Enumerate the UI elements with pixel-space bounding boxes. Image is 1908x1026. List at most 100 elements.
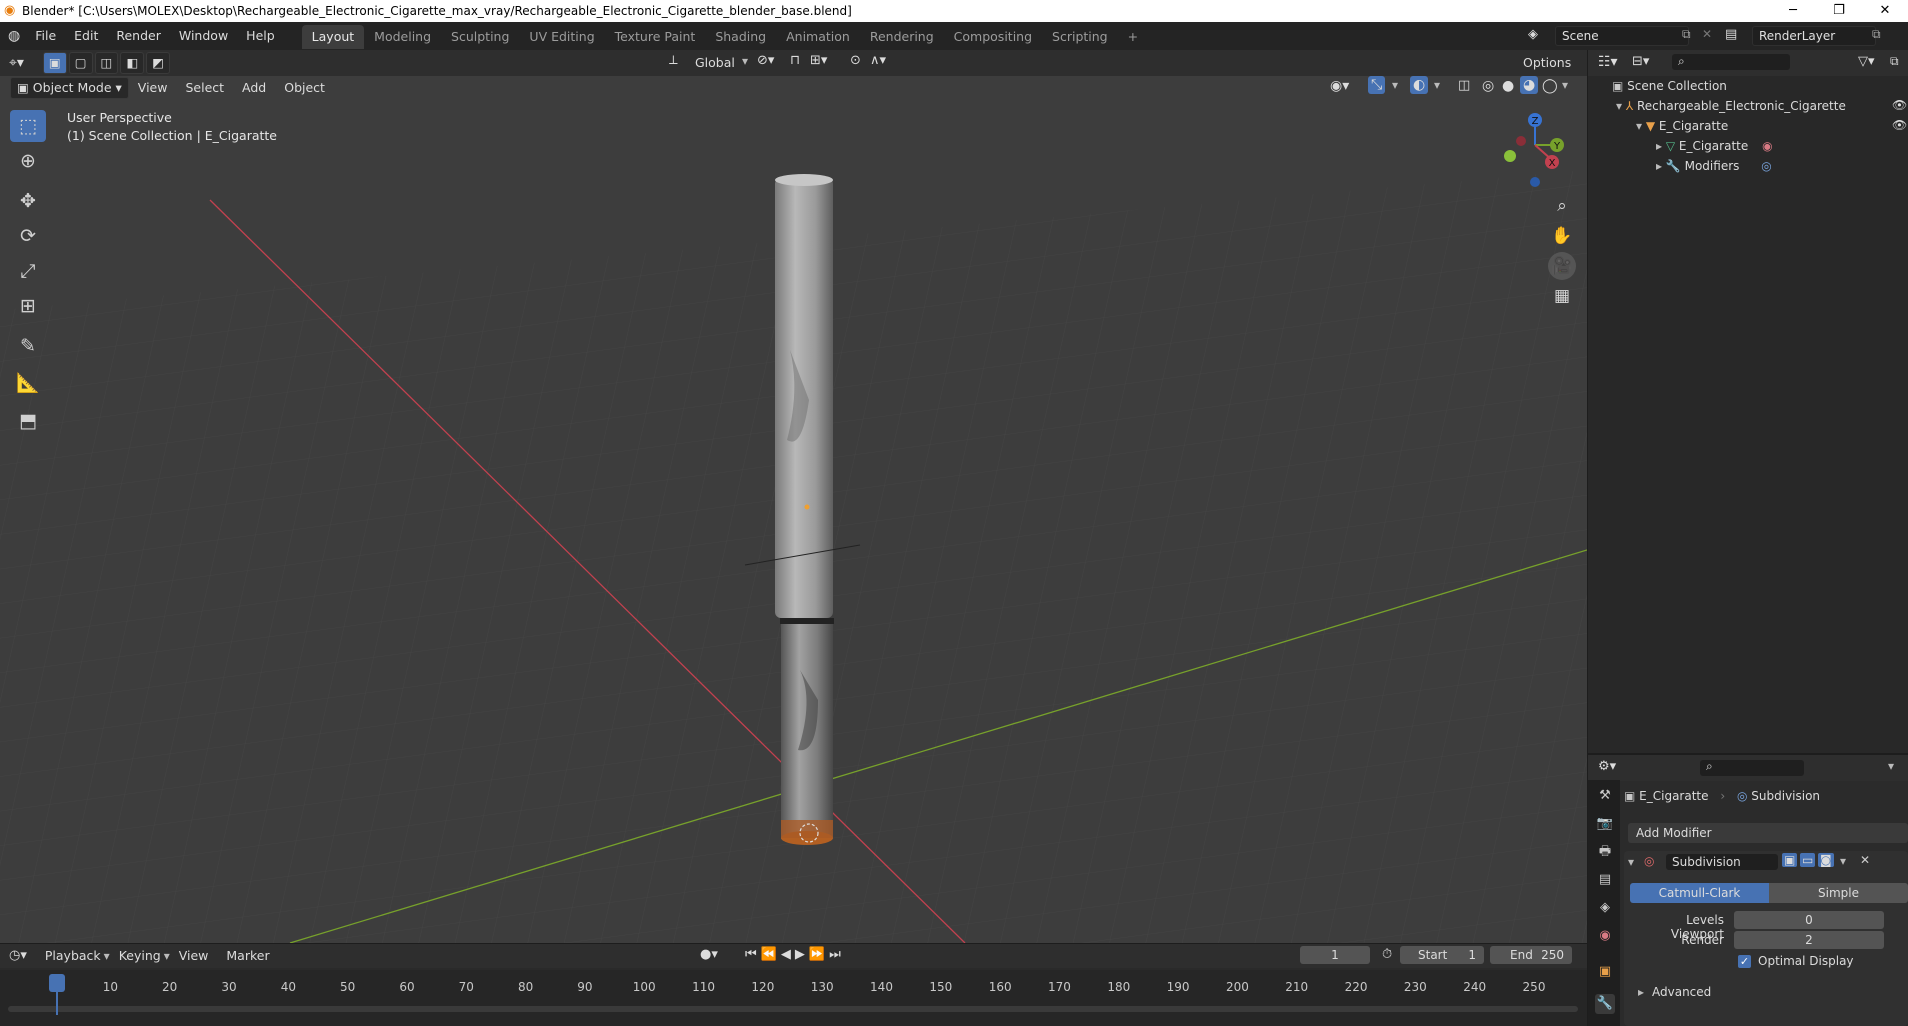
- chevron-down-icon[interactable]: ▾: [1888, 759, 1894, 773]
- simple-button[interactable]: Simple: [1769, 883, 1908, 903]
- timeline-editor-icon[interactable]: ◷▾: [0, 945, 36, 967]
- chevron-down-icon[interactable]: ▾: [1840, 854, 1846, 868]
- levels-viewport-field[interactable]: 0: [1734, 911, 1884, 929]
- axis-gizmo[interactable]: Z Y X: [1490, 108, 1570, 188]
- copy-layer-icon[interactable]: ⧉: [1872, 27, 1881, 42]
- gizmo-toggle-icon[interactable]: ⤡: [1368, 76, 1386, 94]
- mode-select[interactable]: ▣ Object Mode ▾: [10, 77, 129, 99]
- world-tab-icon[interactable]: ◉: [1595, 926, 1615, 946]
- rendered-shading-icon[interactable]: ◯: [1542, 78, 1558, 94]
- falloff-icon[interactable]: ∧▾: [870, 53, 886, 68]
- blender-menu-icon[interactable]: ◍: [8, 28, 20, 44]
- view-layer-tab-icon[interactable]: ▤: [1595, 870, 1615, 890]
- outliner-item[interactable]: ▾ ▼ E_Cigaratte: [1636, 116, 1728, 136]
- render-layer-field[interactable]: RenderLayer: [1752, 26, 1876, 46]
- scene-collection-row[interactable]: ▣ Scene Collection: [1612, 76, 1727, 96]
- properties-editor-icon[interactable]: ⚙▾: [1598, 759, 1616, 774]
- playback-controls[interactable]: ⏮⏪◀▶⏩⏭: [745, 947, 845, 962]
- expand-arrow-icon[interactable]: ▸: [1656, 159, 1666, 173]
- new-collection-icon[interactable]: ⧉: [1890, 54, 1899, 69]
- eye-icon[interactable]: 👁: [1892, 118, 1907, 132]
- tab-scripting[interactable]: Scripting: [1042, 25, 1118, 49]
- menu-view[interactable]: View: [129, 77, 177, 99]
- menu-file[interactable]: File: [26, 22, 65, 50]
- timeline-scrollbar[interactable]: [8, 1006, 1578, 1012]
- current-frame-field[interactable]: 1: [1300, 946, 1370, 964]
- stopwatch-icon[interactable]: ⏱: [1382, 947, 1392, 962]
- xray-icon[interactable]: ◫: [1458, 78, 1470, 93]
- transform-orientation-icon[interactable]: ⟂: [669, 53, 678, 68]
- proportional-edit-icon[interactable]: ⊙: [850, 53, 861, 68]
- editor-type-icon[interactable]: ⌖▾: [0, 52, 33, 74]
- solid-shading-icon[interactable]: ●: [1502, 78, 1514, 94]
- menu-select[interactable]: Select: [176, 77, 233, 99]
- eye-icon[interactable]: 👁: [1892, 98, 1907, 112]
- pan-hand-icon[interactable]: ✋: [1548, 222, 1576, 250]
- ortho-toggle-icon[interactable]: ▦: [1548, 282, 1576, 310]
- menu-view[interactable]: View: [170, 945, 218, 967]
- select-new-icon[interactable]: ▢: [68, 52, 93, 74]
- tab-modeling[interactable]: Modeling: [364, 25, 441, 49]
- camera-view-icon[interactable]: 🎥: [1548, 252, 1576, 280]
- render-levels-field[interactable]: 2: [1734, 931, 1884, 949]
- move-tool-icon[interactable]: ✥: [10, 185, 46, 217]
- tab-rendering[interactable]: Rendering: [860, 25, 944, 49]
- end-frame-field[interactable]: End 250: [1490, 946, 1572, 964]
- collapse-arrow-icon[interactable]: ▾: [1628, 855, 1634, 869]
- select-invert-icon[interactable]: ◩: [146, 52, 170, 74]
- minimize-button[interactable]: ─: [1770, 0, 1816, 22]
- scene-field[interactable]: Scene: [1555, 26, 1689, 46]
- optimal-display-checkbox[interactable]: ✓: [1738, 955, 1751, 968]
- rotate-tool-icon[interactable]: ⟳: [10, 220, 46, 252]
- chevron-down-icon[interactable]: ▾: [1562, 78, 1568, 92]
- menu-render[interactable]: Render: [107, 22, 170, 50]
- annotate-tool-icon[interactable]: ✎: [10, 330, 46, 362]
- advanced-section[interactable]: Advanced: [1652, 985, 1711, 999]
- outliner-editor-icon[interactable]: ☷▾: [1598, 54, 1618, 70]
- cursor-tool-icon[interactable]: ⊕: [10, 145, 46, 177]
- display-mode-icon[interactable]: ⊟▾: [1632, 54, 1649, 69]
- select-subtract-icon[interactable]: ◧: [120, 52, 145, 74]
- transform-orientation-select[interactable]: Global: [686, 52, 744, 74]
- edit-mode-toggle-icon[interactable]: ▣: [1782, 853, 1798, 867]
- pivot-point-icon[interactable]: ⊘▾: [757, 53, 774, 68]
- scale-tool-icon[interactable]: ⤢: [10, 255, 46, 287]
- tab-texture-paint[interactable]: Texture Paint: [605, 25, 706, 49]
- tool-tab-icon[interactable]: ⚒: [1595, 786, 1615, 806]
- object-tab-icon[interactable]: ▣: [1595, 962, 1615, 982]
- menu-playback[interactable]: Playback: [36, 945, 110, 967]
- snap-icon[interactable]: ⊓: [790, 53, 800, 68]
- measure-tool-icon[interactable]: 📐: [10, 366, 46, 398]
- expand-arrow-icon[interactable]: ▾: [1616, 99, 1626, 113]
- menu-help[interactable]: Help: [237, 22, 284, 50]
- select-box-icon[interactable]: ▣: [42, 52, 67, 74]
- output-tab-icon[interactable]: 🖶: [1595, 842, 1615, 862]
- modifier-tab-icon[interactable]: 🔧: [1595, 994, 1615, 1014]
- tab-shading[interactable]: Shading: [705, 25, 776, 49]
- wireframe-shading-icon[interactable]: ◎: [1482, 78, 1494, 94]
- options-button[interactable]: Options: [1514, 52, 1580, 74]
- add-workspace-button[interactable]: +: [1118, 25, 1148, 49]
- maximize-button[interactable]: ❐: [1816, 0, 1862, 22]
- catmull-clark-button[interactable]: Catmull-Clark: [1630, 883, 1769, 903]
- scene-icon[interactable]: ◈: [1528, 27, 1538, 42]
- zoom-icon[interactable]: ⌕: [1548, 192, 1576, 220]
- select-tool-icon[interactable]: ⬚: [10, 110, 46, 142]
- tab-uv-editing[interactable]: UV Editing: [519, 25, 604, 49]
- chevron-down-icon[interactable]: ▾: [1434, 78, 1440, 92]
- add-modifier-button[interactable]: Add Modifier: [1628, 823, 1908, 843]
- advanced-arrow-icon[interactable]: ▸: [1638, 985, 1644, 999]
- tab-sculpting[interactable]: Sculpting: [441, 25, 519, 49]
- menu-window[interactable]: Window: [170, 22, 237, 50]
- scene-tab-icon[interactable]: ◈: [1595, 898, 1615, 918]
- transform-tool-icon[interactable]: ⊞: [10, 290, 46, 322]
- add-cube-tool-icon[interactable]: ⬒: [10, 405, 46, 437]
- outliner-item[interactable]: ▸ ▽ E_Cigaratte ◉: [1656, 136, 1773, 156]
- filter-icon[interactable]: ▽▾: [1858, 54, 1875, 69]
- visibility-icon[interactable]: ◉▾: [1330, 78, 1349, 94]
- expand-arrow-icon[interactable]: ▸: [1656, 139, 1666, 153]
- close-button[interactable]: ✕: [1862, 0, 1908, 22]
- snap-target-icon[interactable]: ⊞▾: [810, 53, 827, 68]
- render-tab-icon[interactable]: 📷: [1595, 814, 1615, 834]
- viewport-toggle-icon[interactable]: ▭: [1800, 853, 1816, 867]
